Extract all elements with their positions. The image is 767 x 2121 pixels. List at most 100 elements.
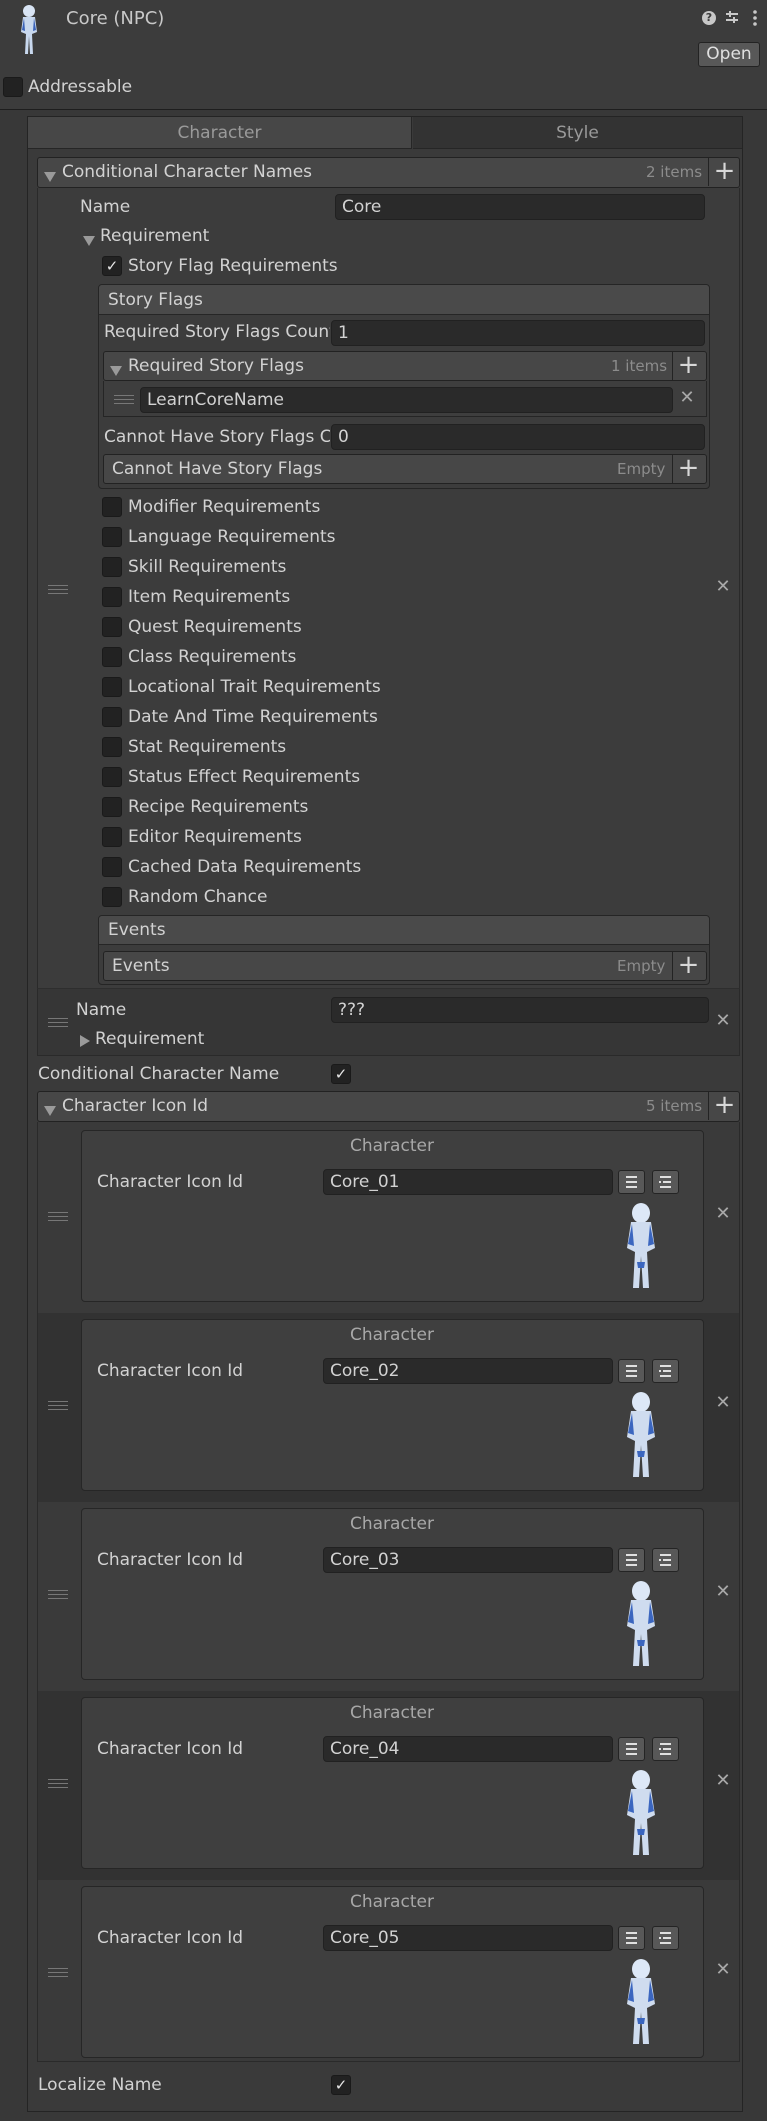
status-effect-requirements-checkbox[interactable] bbox=[102, 767, 122, 787]
conditional-names-label: Conditional Character Names bbox=[62, 162, 313, 182]
name-label: Name bbox=[80, 197, 131, 217]
list-icon[interactable] bbox=[618, 1926, 645, 1950]
requirement-label: Requirement bbox=[95, 1029, 205, 1049]
character-sprite-preview bbox=[621, 1958, 661, 2048]
drag-handle-icon[interactable] bbox=[114, 395, 134, 407]
editor-requirements-checkbox[interactable] bbox=[102, 827, 122, 847]
tab-style[interactable]: Style bbox=[413, 117, 742, 149]
name-field[interactable]: ??? bbox=[331, 997, 709, 1023]
edit-list-icon[interactable] bbox=[652, 1548, 679, 1572]
remove-required-flag-button[interactable]: ✕ bbox=[677, 388, 697, 408]
tab-style-label: Style bbox=[556, 123, 599, 143]
remove-card-button[interactable]: ✕ bbox=[713, 1582, 733, 1602]
cached-data-requirements-checkbox[interactable] bbox=[102, 857, 122, 877]
drag-handle-icon[interactable] bbox=[48, 1018, 68, 1030]
character-icon-id-field[interactable]: Core_01 bbox=[323, 1169, 613, 1195]
foldout-arrow-icon[interactable] bbox=[44, 1101, 56, 1121]
character-icon-id-label: Character Icon Id bbox=[62, 1096, 209, 1116]
add-event-button[interactable]: + bbox=[672, 952, 704, 980]
edit-list-icon[interactable] bbox=[652, 1926, 679, 1950]
requirement-checkbox-label: Class Requirements bbox=[128, 647, 297, 667]
addressable-label: Addressable bbox=[28, 77, 133, 97]
requirement-checkbox-label: Item Requirements bbox=[128, 587, 291, 607]
events-title-bar bbox=[99, 916, 709, 945]
locational-trait-requirements-checkbox[interactable] bbox=[102, 677, 122, 697]
requirement-checkbox-label: Recipe Requirements bbox=[128, 797, 309, 817]
add-required-flag-button[interactable]: + bbox=[672, 352, 704, 380]
drag-handle-icon[interactable] bbox=[48, 1212, 68, 1224]
cannot-flags-count: Empty bbox=[617, 460, 666, 478]
character-icon-id-label: Character Icon Id bbox=[97, 1550, 244, 1570]
requirement-checkbox-label: Skill Requirements bbox=[128, 557, 287, 577]
character-icon-id-field[interactable]: Core_05 bbox=[323, 1925, 613, 1951]
drag-handle-icon[interactable] bbox=[48, 1779, 68, 1791]
tab-character[interactable]: Character bbox=[28, 117, 412, 149]
quest-requirements-checkbox[interactable] bbox=[102, 617, 122, 637]
foldout-arrow-icon[interactable] bbox=[44, 167, 56, 187]
requirement-checkbox-label: Editor Requirements bbox=[128, 827, 302, 847]
character-icon-id-field[interactable]: Core_03 bbox=[323, 1547, 613, 1573]
conditional-character-name-label: Conditional Character Name bbox=[38, 1064, 280, 1084]
list-icon[interactable] bbox=[618, 1170, 645, 1194]
remove-card-button[interactable]: ✕ bbox=[713, 1393, 733, 1413]
item-requirements-checkbox[interactable] bbox=[102, 587, 122, 607]
list-icon[interactable] bbox=[618, 1548, 645, 1572]
story-flag-requirements-checkbox[interactable]: ✓ bbox=[102, 256, 122, 276]
edit-list-icon[interactable] bbox=[652, 1359, 679, 1383]
drag-handle-icon[interactable] bbox=[48, 585, 68, 597]
events-list-label: Events bbox=[112, 956, 170, 976]
character-icon-id-field[interactable]: Core_04 bbox=[323, 1736, 613, 1762]
add-conditional-name-button[interactable]: + bbox=[708, 158, 740, 186]
remove-card-button[interactable]: ✕ bbox=[713, 1204, 733, 1224]
add-character-icon-button[interactable]: + bbox=[708, 1092, 740, 1120]
requirement-checkbox-label: Stat Requirements bbox=[128, 737, 287, 757]
remove-element-0-button[interactable]: ✕ bbox=[713, 577, 733, 597]
modifier-requirements-checkbox[interactable] bbox=[102, 497, 122, 517]
card-title: Character bbox=[350, 1136, 434, 1156]
requirement-foldout-icon[interactable] bbox=[83, 231, 95, 251]
edit-list-icon[interactable] bbox=[652, 1737, 679, 1761]
add-cannot-flag-button[interactable]: + bbox=[672, 455, 704, 483]
required-flags-foldout-icon[interactable] bbox=[110, 361, 122, 381]
requirement-checkbox-label: Locational Trait Requirements bbox=[128, 677, 381, 697]
list-icon[interactable] bbox=[618, 1359, 645, 1383]
cannot-flags-label: Cannot Have Story Flags bbox=[112, 459, 323, 479]
requirement-collapsed-icon[interactable] bbox=[80, 1032, 90, 1052]
class-requirements-checkbox[interactable] bbox=[102, 647, 122, 667]
drag-handle-icon[interactable] bbox=[48, 1590, 68, 1602]
remove-card-button[interactable]: ✕ bbox=[713, 1960, 733, 1980]
localize-name-checkbox[interactable]: ✓ bbox=[331, 2075, 351, 2095]
cannot-count-field[interactable]: 0 bbox=[331, 424, 705, 450]
events-title: Events bbox=[108, 920, 166, 940]
language-requirements-checkbox[interactable] bbox=[102, 527, 122, 547]
stat-requirements-checkbox[interactable] bbox=[102, 737, 122, 757]
drag-handle-icon[interactable] bbox=[48, 1401, 68, 1413]
date-and-time-requirements-checkbox[interactable] bbox=[102, 707, 122, 727]
card-title: Character bbox=[350, 1514, 434, 1534]
addressable-checkbox[interactable] bbox=[3, 77, 23, 97]
remove-element-1-button[interactable]: ✕ bbox=[713, 1011, 733, 1031]
list-icon[interactable] bbox=[618, 1737, 645, 1761]
requirement-checkbox-label: Cached Data Requirements bbox=[128, 857, 362, 877]
conditional-character-name-checkbox[interactable]: ✓ bbox=[331, 1064, 351, 1084]
name-field[interactable]: Core bbox=[335, 194, 705, 220]
cannot-count-label: Cannot Have Story Flags Count bbox=[104, 427, 330, 447]
skill-requirements-checkbox[interactable] bbox=[102, 557, 122, 577]
character-icon-id-label: Character Icon Id bbox=[97, 1172, 244, 1192]
random-chance-checkbox[interactable] bbox=[102, 887, 122, 907]
required-count-field[interactable]: 1 bbox=[331, 320, 705, 346]
character-icon-id-label: Character Icon Id bbox=[97, 1928, 244, 1948]
remove-card-button[interactable]: ✕ bbox=[713, 1771, 733, 1791]
character-icon-id-label: Character Icon Id bbox=[97, 1361, 244, 1381]
character-icon-id-field[interactable]: Core_02 bbox=[323, 1358, 613, 1384]
more-icon[interactable] bbox=[752, 10, 758, 26]
required-flag-item-field[interactable]: LearnCoreName bbox=[140, 387, 673, 413]
requirement-checkbox-label: Language Requirements bbox=[128, 527, 336, 547]
drag-handle-icon[interactable] bbox=[48, 1968, 68, 1980]
edit-list-icon[interactable] bbox=[652, 1170, 679, 1194]
settings-icon[interactable] bbox=[724, 9, 740, 25]
open-button[interactable]: Open bbox=[698, 42, 760, 67]
requirement-checkbox-label: Quest Requirements bbox=[128, 617, 302, 637]
recipe-requirements-checkbox[interactable] bbox=[102, 797, 122, 817]
help-icon[interactable]: ? bbox=[702, 11, 716, 25]
